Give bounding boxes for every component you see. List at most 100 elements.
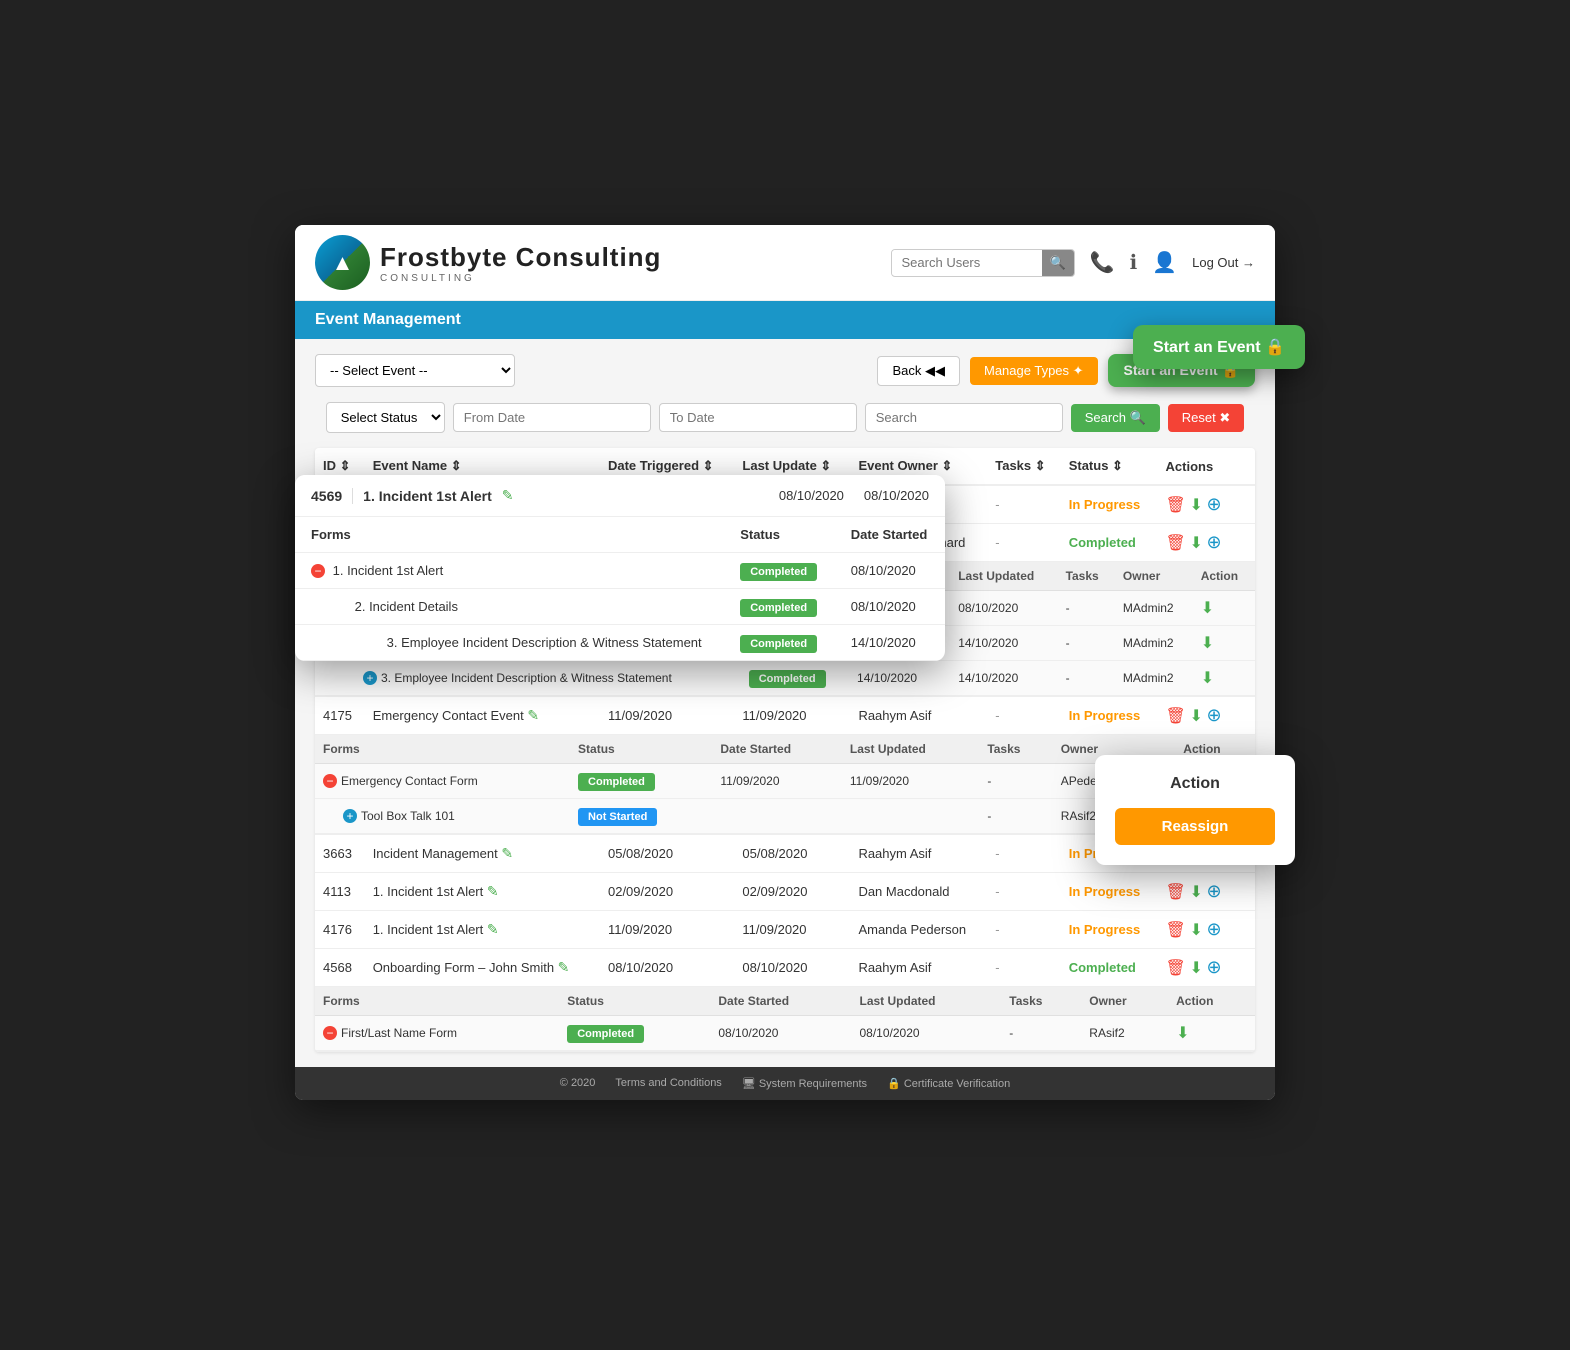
form-tasks-cell: -	[1058, 661, 1115, 696]
cell-last-update: 11/09/2020	[734, 911, 850, 949]
user-icon[interactable]: 👤	[1152, 250, 1177, 275]
form-download-button[interactable]: ⬇	[1176, 1023, 1189, 1043]
popup-form-row: 2. Incident Details Completed 08/10/2020	[295, 589, 945, 625]
cell-tasks: -	[987, 697, 1060, 735]
form-status-cell: Not Started	[570, 799, 712, 834]
form-date-started-cell: 11/09/2020	[712, 764, 842, 799]
manage-types-button[interactable]: Manage Types ✦	[970, 357, 1098, 385]
select-event-dropdown[interactable]: -- Select Event --	[315, 354, 515, 387]
form-plus-icon[interactable]: +	[343, 809, 357, 823]
form-download-button[interactable]: ⬇	[1201, 633, 1214, 653]
popup-form-status-cell: Completed	[724, 553, 835, 589]
delete-button[interactable]: 🗑	[1166, 495, 1186, 515]
expand-button[interactable]: ⊕	[1206, 705, 1221, 726]
forms-popup: 4569 1. Incident 1st Alert ✎ 08/10/2020 …	[295, 475, 945, 661]
form-minus-icon[interactable]: −	[323, 1026, 337, 1040]
expand-button[interactable]: ⊕	[1206, 919, 1221, 940]
search-filter-input[interactable]	[865, 403, 1063, 432]
form-last-updated-cell: 14/10/2020	[950, 661, 1057, 696]
popup-event-name: 1. Incident 1st Alert	[363, 488, 492, 504]
table-col-7: Actions	[1158, 448, 1238, 485]
popup-col-date: Date Started	[835, 517, 945, 553]
delete-button[interactable]: 🗑	[1166, 882, 1186, 902]
row-edit-icon[interactable]: ✎	[487, 921, 499, 937]
delete-button[interactable]: 🗑	[1166, 920, 1186, 940]
table-row: 4176 1. Incident 1st Alert ✎ 11/09/2020 …	[315, 911, 1255, 949]
form-download-button[interactable]: ⬇	[1201, 668, 1214, 688]
form-name-cell: +3. Employee Incident Description & Witn…	[315, 661, 741, 696]
form-action-cell: ⬇	[1193, 626, 1255, 661]
start-event-float-label: Start an Event 🔒	[1153, 337, 1285, 357]
form-download-button[interactable]: ⬇	[1201, 598, 1214, 618]
reassign-button[interactable]: Reassign	[1115, 808, 1275, 845]
cell-name: Onboarding Form – John Smith ✎	[365, 949, 600, 987]
cell-last-update: 02/09/2020	[734, 873, 850, 911]
status-filter-dropdown[interactable]: Select Status	[326, 402, 445, 433]
cell-tasks: -	[987, 524, 1060, 562]
popup-table-header: Forms Status Date Started	[295, 517, 945, 553]
delete-button[interactable]: 🗑	[1166, 706, 1186, 726]
popup-minus-icon[interactable]: −	[311, 564, 325, 578]
reset-button[interactable]: Reset ✖	[1168, 404, 1244, 432]
forms-sub-cell: Forms Status Date Started Last Updated T…	[315, 987, 1255, 1052]
cell-tasks: -	[987, 873, 1060, 911]
download-button[interactable]: ⬇	[1189, 495, 1202, 515]
popup-form-date-cell: 08/10/2020	[835, 553, 945, 589]
cell-status: In Progress	[1061, 911, 1158, 949]
form-last-updated-cell: 14/10/2020	[950, 626, 1057, 661]
app-title: Frostbyte Consulting	[380, 242, 661, 273]
expand-button[interactable]: ⊕	[1206, 957, 1221, 978]
logo-icon: ▲	[315, 235, 370, 290]
form-action-cell: ⬇	[1168, 1016, 1255, 1051]
download-button[interactable]: ⬇	[1189, 882, 1202, 902]
logout-button[interactable]: Log Out →	[1192, 255, 1255, 270]
sub-col-tasks: Tasks	[1058, 562, 1115, 591]
to-date-input[interactable]	[659, 403, 857, 432]
form-minus-icon[interactable]: −	[323, 774, 337, 788]
table-col-6: Status ⇕	[1061, 448, 1158, 485]
phone-icon[interactable]: 📞	[1090, 250, 1115, 275]
info-icon[interactable]: ℹ	[1130, 250, 1138, 275]
popup-form-badge: Completed	[740, 563, 817, 581]
form-tasks-cell: -	[1058, 626, 1115, 661]
search-users-button[interactable]: 🔍	[1042, 250, 1074, 276]
delete-button[interactable]: 🗑	[1166, 533, 1186, 553]
search-users-input[interactable]	[892, 250, 1042, 275]
expand-button[interactable]: ⊕	[1206, 494, 1221, 515]
popup-form-name-cell: 2. Incident Details	[295, 589, 724, 625]
nav-bar: Event Management	[295, 301, 1275, 339]
back-button[interactable]: Back ◀◀	[877, 356, 960, 386]
footer-system-req[interactable]: 🖥 System Requirements	[742, 1077, 867, 1090]
form-row: −First/Last Name Form Completed 08/10/20…	[315, 1016, 1255, 1051]
popup-edit-icon[interactable]: ✎	[502, 487, 514, 504]
footer-terms[interactable]: Terms and Conditions	[615, 1077, 721, 1090]
form-last-updated-cell: 11/09/2020	[842, 764, 979, 799]
row-edit-icon[interactable]: ✎	[501, 845, 513, 861]
download-button[interactable]: ⬇	[1189, 958, 1202, 978]
form-row: +3. Employee Incident Description & Witn…	[315, 661, 1255, 696]
search-filter-button[interactable]: Search 🔍	[1071, 404, 1160, 432]
cell-tasks: -	[987, 911, 1060, 949]
cell-status: Completed	[1061, 949, 1158, 987]
download-button[interactable]: ⬇	[1189, 920, 1202, 940]
download-button[interactable]: ⬇	[1189, 706, 1202, 726]
expand-button[interactable]: ⊕	[1206, 881, 1221, 902]
delete-button[interactable]: 🗑	[1166, 958, 1186, 978]
cell-tasks: -	[987, 835, 1060, 873]
row-edit-icon[interactable]: ✎	[558, 959, 570, 975]
reassign-popup: Action Reassign	[1095, 755, 1295, 865]
search-users-field[interactable]: 🔍	[891, 249, 1075, 277]
form-plus-icon[interactable]: +	[363, 671, 377, 685]
popup-form-status-cell: Completed	[724, 589, 835, 625]
form-tasks-cell: -	[979, 799, 1052, 834]
from-date-input[interactable]	[453, 403, 651, 432]
row-edit-icon[interactable]: ✎	[487, 883, 499, 899]
footer-cert[interactable]: 🔒 Certificate Verification	[887, 1077, 1010, 1090]
expand-button[interactable]: ⊕	[1206, 532, 1221, 553]
cell-owner: Amanda Pederson	[850, 911, 987, 949]
download-button[interactable]: ⬇	[1189, 533, 1202, 553]
start-event-float-button[interactable]: Start an Event 🔒	[1133, 325, 1305, 369]
cell-id: 4176	[315, 911, 365, 949]
row-edit-icon[interactable]: ✎	[527, 707, 539, 723]
forms-sub-row: Forms Status Date Started Last Updated T…	[315, 987, 1255, 1052]
